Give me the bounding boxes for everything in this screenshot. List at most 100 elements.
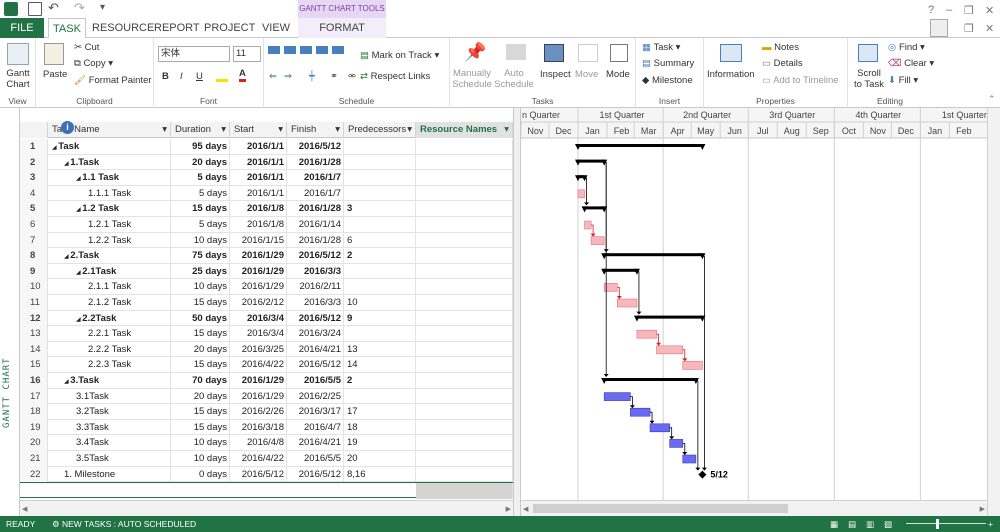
pct-25-icon[interactable] — [284, 46, 296, 54]
resource-names-cell[interactable] — [416, 279, 513, 295]
predecessors-cell[interactable] — [344, 388, 416, 405]
duration-cell[interactable]: 70 days — [171, 373, 230, 389]
finish-cell[interactable]: 2016/3/3 — [287, 295, 344, 311]
scroll-left-icon[interactable]: ◀ — [22, 505, 27, 513]
resource-names-cell[interactable] — [416, 139, 513, 155]
duration-cell[interactable]: 50 days — [171, 310, 230, 327]
resource-names-cell[interactable] — [416, 388, 513, 405]
new-tasks-mode[interactable]: ⚙ NEW TASKS : AUTO SCHEDULED — [52, 516, 196, 532]
filter-arrow-icon[interactable]: ▾ — [504, 122, 512, 138]
resource-names-cell[interactable] — [416, 451, 513, 467]
resource-names-cell[interactable] — [416, 357, 513, 373]
header-duration[interactable]: Duration ▾ — [171, 122, 230, 138]
pct-0-icon[interactable] — [268, 46, 280, 54]
avatar[interactable] — [930, 19, 948, 37]
duration-cell[interactable]: 25 days — [171, 263, 230, 280]
table-row[interactable]: 9 ◢ 2.1Task 25 days 2016/1/29 2016/3/3 — [20, 263, 513, 280]
task-name-cell[interactable]: ◢ 2.Task — [48, 248, 171, 264]
task-name-cell[interactable]: ◢ 3.Task — [48, 373, 171, 389]
start-cell[interactable]: 2016/1/8 — [230, 217, 287, 233]
scroll-right-icon[interactable]: ▶ — [980, 505, 985, 513]
duration-cell[interactable]: 10 days — [171, 451, 230, 467]
row-number[interactable]: 4 — [20, 185, 48, 202]
start-cell[interactable]: 2016/5/12 — [230, 466, 287, 483]
tab-project[interactable]: PROJECT — [204, 18, 255, 38]
duration-cell[interactable]: 10 days — [171, 232, 230, 249]
select-all-cell[interactable] — [20, 122, 48, 138]
split-bar[interactable] — [513, 108, 521, 516]
finish-cell[interactable]: 2016/3/24 — [287, 326, 344, 342]
table-row[interactable]: 4 1.1.1 Task 5 days 2016/1/1 2016/1/7 — [20, 185, 513, 202]
filter-arrow-icon[interactable]: ▾ — [278, 122, 286, 138]
table-row[interactable]: 11 2.1.2 Task 15 days 2016/2/12 2016/3/3 10 — [20, 295, 513, 311]
undo-icon[interactable]: ↶ — [48, 1, 62, 16]
resource-names-cell[interactable] — [416, 170, 513, 186]
row-number[interactable]: 14 — [20, 341, 48, 358]
duration-cell[interactable]: 15 days — [171, 295, 230, 311]
task-name-cell[interactable]: 2.1.2 Task — [48, 295, 171, 311]
task-name-cell[interactable]: 3.5Task — [48, 451, 171, 467]
resource-names-cell[interactable] — [416, 185, 513, 202]
pct-50-icon[interactable] — [300, 46, 312, 54]
predecessors-cell[interactable] — [344, 170, 416, 186]
resource-names-cell[interactable] — [416, 295, 513, 311]
task-name-cell[interactable]: 1. Milestone — [48, 466, 171, 483]
table-row[interactable]: 15 2.2.3 Task 15 days 2016/4/22 2016/5/12 14 — [20, 357, 513, 373]
font-family-select[interactable]: 宋体 — [158, 46, 230, 62]
duration-cell[interactable]: 15 days — [171, 404, 230, 420]
start-cell[interactable]: 2016/3/25 — [230, 341, 287, 358]
table-row[interactable]: 19 3.3Task 15 days 2016/3/18 2016/4/7 18 — [20, 419, 513, 436]
start-cell[interactable]: 2016/1/15 — [230, 232, 287, 249]
predecessors-cell[interactable] — [344, 279, 416, 295]
task-name-cell[interactable]: 3.1Task — [48, 388, 171, 405]
details-button[interactable]: ▭ Details — [762, 58, 803, 69]
predecessors-cell[interactable] — [344, 139, 416, 155]
insert-milestone-button[interactable]: ◆ Milestone — [642, 75, 693, 86]
finish-cell[interactable]: 2016/5/12 — [287, 466, 344, 483]
finish-cell[interactable]: 2016/3/3 — [287, 263, 344, 280]
duration-cell[interactable]: 15 days — [171, 326, 230, 342]
filter-arrow-icon[interactable]: ▾ — [162, 122, 170, 138]
task-name-cell[interactable]: 2.2.1 Task — [48, 326, 171, 342]
manually-schedule-button[interactable]: Manually Schedule — [452, 68, 492, 90]
restore-ribbon-icon[interactable]: ❐ — [964, 22, 974, 35]
row-number[interactable]: 2 — [20, 154, 48, 171]
resource-names-cell[interactable] — [416, 201, 513, 217]
predecessors-cell[interactable] — [344, 217, 416, 233]
task-name-cell[interactable]: 3.3Task — [48, 419, 171, 436]
start-cell[interactable]: 2016/1/1 — [230, 170, 287, 186]
predecessors-cell[interactable]: 9 — [344, 310, 416, 327]
predecessors-cell[interactable]: 10 — [344, 295, 416, 311]
task-name-cell[interactable]: ◢ 1.1 Task — [48, 170, 171, 186]
task-name-cell[interactable]: 1.2.1 Task — [48, 217, 171, 233]
zoom-in-icon[interactable]: + — [988, 516, 993, 532]
duration-cell[interactable]: 5 days — [171, 217, 230, 233]
chart-horizontal-scrollbar[interactable]: ◀ ▶ — [521, 500, 987, 516]
minimize-icon[interactable]: – — [946, 4, 952, 16]
finish-cell[interactable]: 2016/5/5 — [287, 451, 344, 467]
find-button[interactable]: ◎ Find ▾ — [888, 42, 925, 53]
finish-cell[interactable]: 2016/5/12 — [287, 139, 344, 155]
finish-cell[interactable]: 2016/1/28 — [287, 232, 344, 249]
filter-arrow-icon[interactable]: ▾ — [407, 122, 415, 138]
inspect-button[interactable]: Inspect — [540, 69, 571, 80]
row-number[interactable]: 3 — [20, 170, 48, 186]
predecessors-cell[interactable]: 6 — [344, 232, 416, 249]
table-row[interactable]: 13 2.2.1 Task 15 days 2016/3/4 2016/3/24 — [20, 326, 513, 342]
table-row[interactable]: 14 2.2.2 Task 20 days 2016/3/25 2016/4/21 13 — [20, 341, 513, 358]
table-horizontal-scrollbar[interactable]: ◀ ▶ — [20, 500, 513, 516]
start-cell[interactable]: 2016/1/1 — [230, 154, 287, 171]
font-size-select[interactable]: 11 — [233, 46, 261, 62]
finish-cell[interactable]: 2016/2/11 — [287, 279, 344, 295]
header-resource-names[interactable]: Resource Names ▾ — [416, 122, 513, 138]
customize-qat-icon[interactable]: ▾ — [100, 2, 114, 16]
finish-cell[interactable]: 2016/1/28 — [287, 154, 344, 171]
row-number[interactable]: 13 — [20, 326, 48, 342]
row-number[interactable]: 10 — [20, 279, 48, 295]
task-name-cell[interactable]: 2.1.1 Task — [48, 279, 171, 295]
start-cell[interactable]: 2016/4/8 — [230, 435, 287, 451]
finish-cell[interactable]: 2016/4/21 — [287, 341, 344, 358]
row-number[interactable]: 7 — [20, 232, 48, 249]
duration-cell[interactable]: 75 days — [171, 248, 230, 264]
task-name-cell[interactable]: ◢ 2.1Task — [48, 263, 171, 280]
